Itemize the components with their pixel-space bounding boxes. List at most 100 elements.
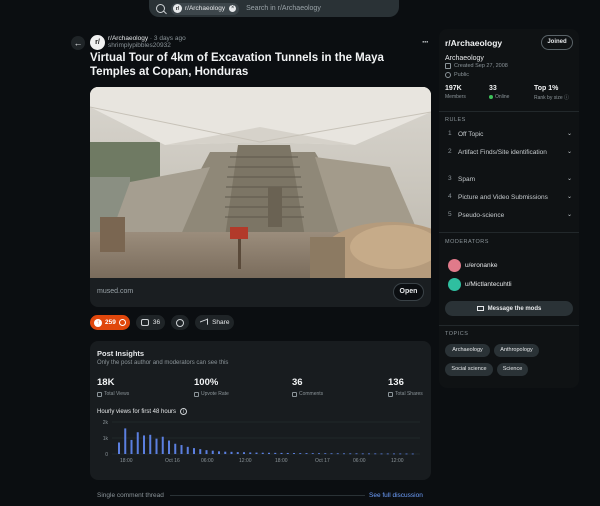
rule-item[interactable]: 4 Picture and Video Submissions ⌄ (445, 193, 573, 202)
message-mods-button[interactable]: Message the mods (445, 301, 573, 316)
chart-bar[interactable] (399, 453, 402, 455)
chart-bar[interactable] (261, 452, 264, 454)
comments-icon (292, 391, 297, 397)
chart-bar[interactable] (211, 450, 214, 454)
chart-bar[interactable] (205, 450, 208, 454)
chart-bar[interactable] (274, 452, 277, 454)
back-button[interactable]: ← (71, 36, 85, 50)
chart-bar[interactable] (174, 443, 177, 454)
comment-count: 36 (152, 319, 161, 326)
subreddit-avatar[interactable]: r/ (90, 35, 105, 50)
chart-bar[interactable] (268, 452, 270, 454)
search-input[interactable]: Search in r/Archaeology (246, 5, 321, 12)
chart-bar[interactable] (243, 452, 245, 454)
chart-bar[interactable] (386, 453, 389, 455)
info-icon[interactable]: ⓘ (564, 94, 569, 101)
joined-button[interactable]: Joined (541, 35, 573, 50)
chart-bar[interactable] (143, 435, 145, 454)
author-link[interactable]: shrimplypibbles20932 (108, 42, 171, 49)
chart-bar[interactable] (168, 440, 170, 454)
chart-bar[interactable] (368, 453, 370, 455)
award-button[interactable] (171, 315, 190, 330)
chart-bar[interactable] (249, 452, 252, 454)
chart-bar[interactable] (224, 451, 227, 454)
chart-bar[interactable] (374, 453, 377, 455)
chart-bar[interactable] (118, 442, 120, 454)
rule-text: Off Topic (458, 131, 484, 138)
link-domain[interactable]: mused.com (97, 288, 133, 295)
topic-chip[interactable]: Anthropology (494, 344, 539, 357)
topic-chip[interactable]: Science (497, 363, 528, 376)
subreddit-filter-chip[interactable]: r/ r/Archaeology × (171, 2, 240, 15)
moderators-heading: MODERATORS (445, 239, 489, 245)
upvote-icon[interactable]: ↑ (94, 318, 102, 327)
chart-bar[interactable] (405, 453, 408, 455)
chart-bar[interactable] (255, 452, 258, 454)
stat-label: Comments (299, 391, 324, 397)
moderator-item[interactable]: u/eronanke (448, 259, 498, 272)
rule-item[interactable]: 5 Pseudo-science ⌄ (445, 211, 573, 220)
more-options-button[interactable]: ··· (422, 37, 429, 47)
rule-item[interactable]: 1 Off Topic ⌄ (445, 130, 573, 139)
chart-bar[interactable] (299, 453, 302, 454)
chart-bar[interactable] (349, 453, 352, 455)
downvote-icon[interactable] (118, 319, 126, 326)
insights-subtitle: Only the post author and moderators can … (97, 360, 229, 366)
topic-chip[interactable]: Archaeology (445, 344, 490, 357)
chart-bar[interactable] (236, 452, 239, 454)
moderator-name: u/eronanke (465, 262, 498, 269)
chart-bar[interactable] (180, 445, 183, 454)
chart-bar[interactable] (411, 453, 414, 455)
chart-bar[interactable] (161, 436, 164, 454)
chart-bar[interactable] (380, 453, 383, 455)
chart-bar[interactable] (286, 452, 289, 454)
hourly-views-title: Hourly views for first 48 hours i (97, 408, 188, 415)
see-full-discussion-link[interactable]: See full discussion (369, 492, 423, 499)
rule-item[interactable]: 3 Spam ⌄ (445, 175, 573, 184)
chart-bar[interactable] (186, 446, 189, 454)
post-image[interactable] (90, 87, 431, 278)
chart-bar[interactable] (280, 452, 283, 454)
chart-bar[interactable] (393, 453, 395, 455)
chart-bar[interactable] (343, 453, 345, 455)
topic-chip[interactable]: Social science (445, 363, 493, 376)
chart-bar[interactable] (305, 453, 308, 454)
y-tick-label: 2k (103, 420, 109, 426)
rule-number: 1 (448, 130, 452, 137)
chart-bar[interactable] (149, 434, 152, 454)
chart-bar[interactable] (130, 439, 133, 454)
share-button[interactable]: Share (195, 315, 235, 330)
chart-bar[interactable] (324, 453, 327, 455)
chart-bar[interactable] (155, 438, 158, 454)
moderator-item[interactable]: u/Mictlantecuhtli (448, 278, 512, 291)
community-sidebar: r/Archaeology Joined Archaeology Created… (439, 29, 579, 388)
chart-bar[interactable] (136, 432, 139, 454)
avatar (448, 259, 461, 272)
comments-button[interactable]: 36 (135, 315, 166, 330)
chart-bar[interactable] (124, 428, 127, 454)
info-icon[interactable]: i (180, 408, 188, 415)
chart-bar[interactable] (311, 453, 314, 454)
community-header[interactable]: r/Archaeology (445, 38, 502, 48)
chart-bar[interactable] (361, 453, 364, 455)
subreddit-link[interactable]: r/Archaeology (108, 35, 148, 42)
chart-bar[interactable] (318, 453, 320, 455)
chart-bar[interactable] (355, 453, 358, 455)
chart-bar[interactable] (336, 453, 339, 455)
post-insights-card: Post Insights Only the post author and m… (90, 341, 431, 480)
chart-bar[interactable] (218, 451, 220, 454)
chart-bar[interactable] (293, 453, 295, 454)
divider (439, 111, 579, 112)
chart-bar[interactable] (199, 449, 202, 454)
post-actions: ↑ 259 36 Share (90, 315, 240, 330)
clear-chip-icon[interactable]: × (229, 5, 237, 12)
chart-bar[interactable] (330, 453, 333, 455)
globe-icon (445, 72, 451, 78)
stat-value: 36 (292, 377, 303, 388)
search-bar[interactable]: r/ r/Archaeology × Search in r/Archaeolo… (149, 0, 399, 17)
thread-label: Single comment thread (97, 492, 164, 499)
rule-item[interactable]: 2 Artifact Finds/Site identification ⌄ (445, 148, 573, 157)
chart-bar[interactable] (193, 448, 195, 454)
chart-bar[interactable] (230, 451, 233, 454)
open-link-button[interactable]: Open (393, 283, 424, 301)
